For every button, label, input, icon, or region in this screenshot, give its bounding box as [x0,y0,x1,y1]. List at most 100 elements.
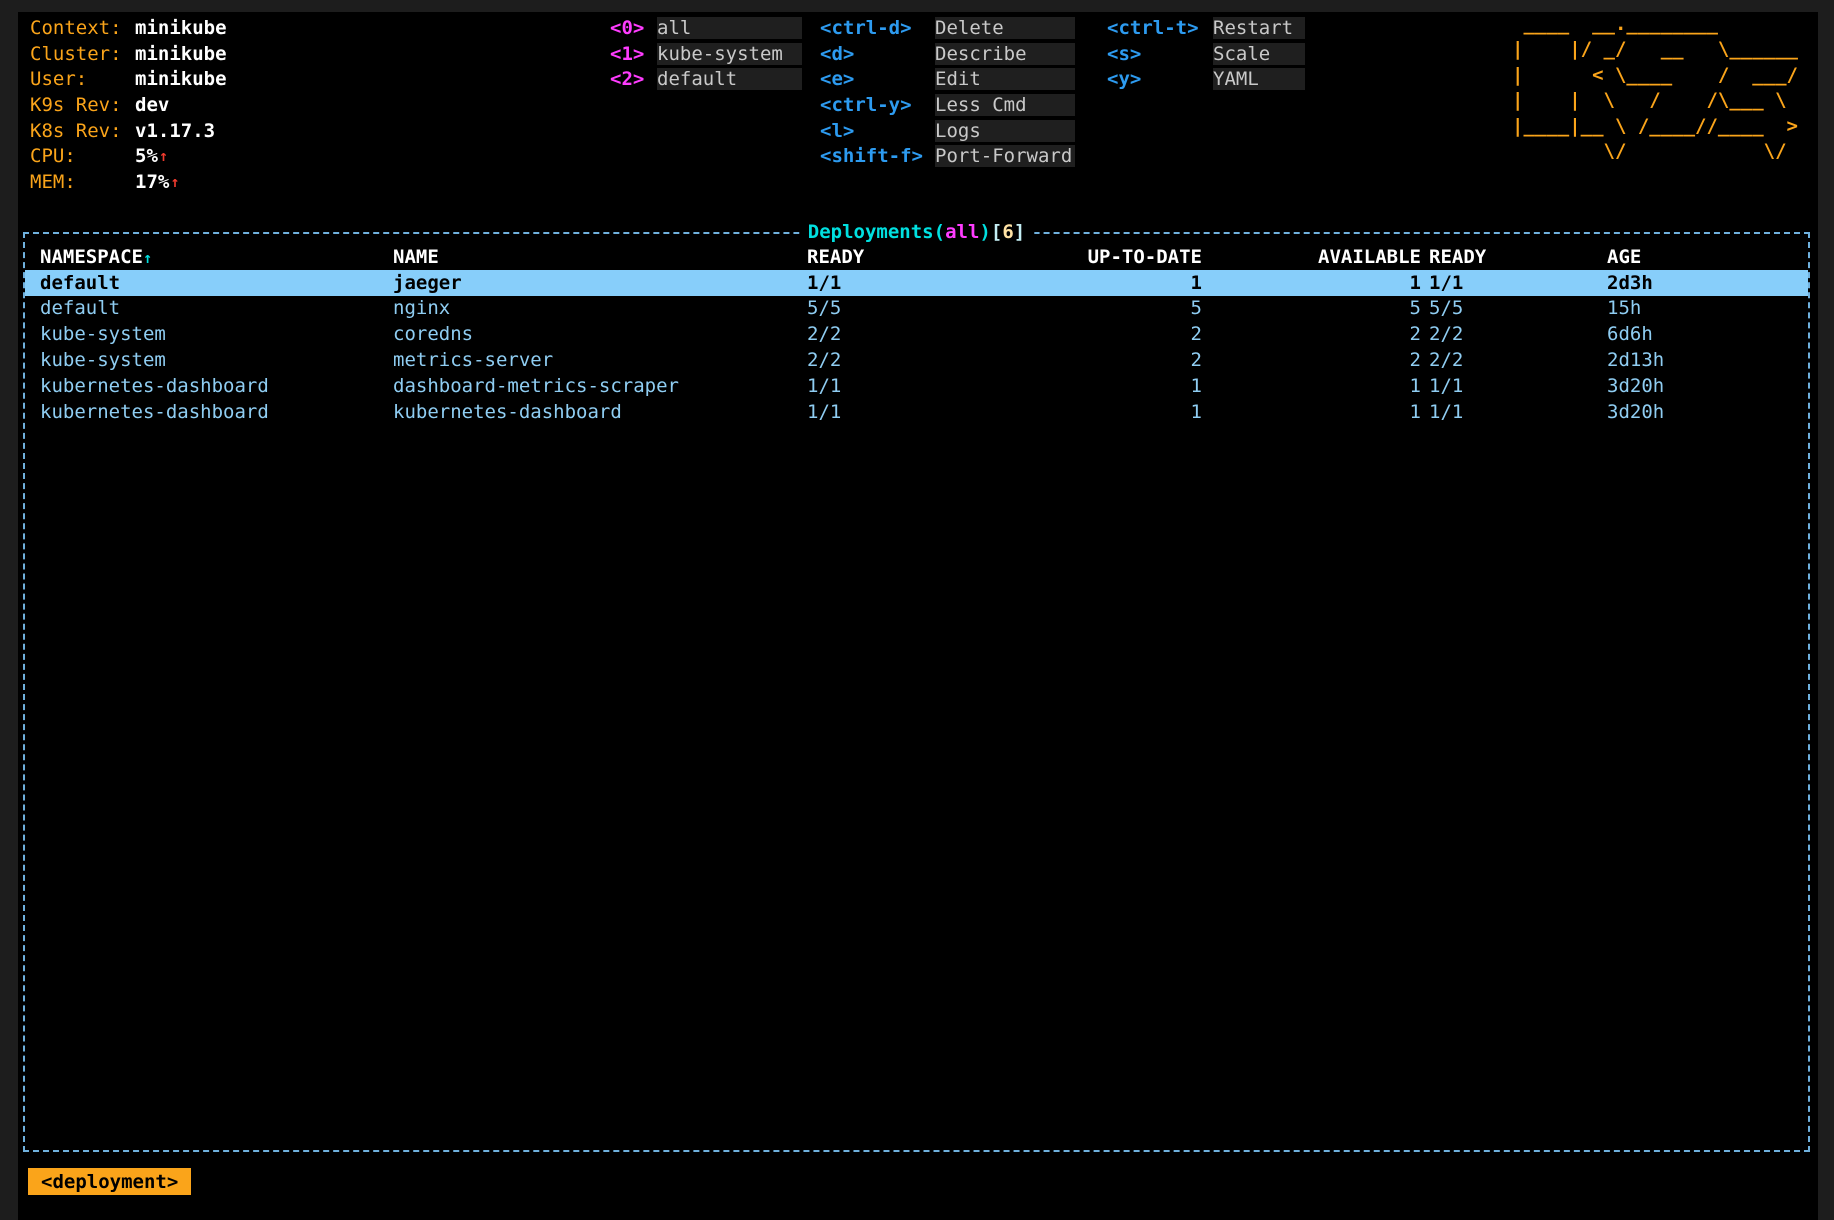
user-row: User:minikube [30,66,227,92]
cell-available: 1 [1202,401,1421,423]
header-ready: READY [807,246,937,268]
namespace-key-0: <0> [610,17,657,39]
namespace-label-kube-system: kube-system [657,43,802,65]
cell-available: 2 [1202,349,1421,371]
cell-ready-2: 1/1 [1421,375,1607,397]
hotkey-delete: <ctrl-d>Delete [820,15,1075,41]
hotkey-key-less-cmd: <ctrl-y> [820,94,935,116]
hotkey-label-yaml: YAML [1213,68,1305,90]
namespace-shortcut-kube-system[interactable]: <1>kube-system [610,41,802,67]
context-label: Context: [30,17,135,39]
mem-row: MEM:17%↑ [30,169,227,195]
k9s-terminal-window: Context:minikube Cluster:minikube User:m… [0,0,1834,1220]
hotkey-label-restart: Restart [1213,17,1305,39]
hotkey-key-port-forward: <shift-f> [820,145,935,167]
hotkey-key-logs: <l> [820,120,935,142]
breadcrumb-deployment: <deployment> [28,1168,191,1195]
cell-ready: 2/2 [807,323,937,345]
cell-ready: 1/1 [807,375,937,397]
header-namespace: NAMESPACE↑ [40,246,393,268]
cell-ready-2: 1/1 [1421,272,1607,294]
cell-ready-2: 2/2 [1421,323,1607,345]
hotkey-edit: <e>Edit [820,66,1075,92]
cell-namespace: kube-system [40,323,393,345]
cell-available: 5 [1202,297,1421,319]
cell-ready: 2/2 [807,349,937,371]
cell-age: 3d20h [1607,375,1808,397]
hotkey-yaml: <y>YAML [1107,66,1305,92]
k8s-rev-row: K8s Rev:v1.17.3 [30,118,227,144]
table-row-nginx[interactable]: default nginx 5/5 5 5 5/5 15h [25,296,1808,322]
namespace-shortcuts: <0>all <1>kube-system <2>default [610,15,802,92]
k9s-rev-row: K9s Rev:dev [30,92,227,118]
namespace-key-1: <1> [610,43,657,65]
table-row-dashboard-metrics-scraper[interactable]: kubernetes-dashboard dashboard-metrics-s… [25,373,1808,399]
hotkey-label-port-forward: Port-Forward [935,145,1075,167]
deployments-table: NAMESPACE↑ NAME READY UP-TO-DATE AVAILAB… [25,244,1808,425]
k9s-rev-label: K9s Rev: [30,94,135,116]
deployments-panel: Deployments(all)[6] NAMESPACE↑ NAME READ… [23,232,1810,1152]
cpu-row: CPU:5%↑ [30,143,227,169]
hotkey-menu-column-2: <ctrl-t>Restart <s>Scale <y>YAML [1107,15,1305,92]
cell-ready: 5/5 [807,297,937,319]
panel-title-scope: all [945,221,979,243]
mem-value: 17% [135,171,169,193]
hotkey-label-less-cmd: Less Cmd [935,94,1075,116]
hotkey-logs: <l>Logs [820,118,1075,144]
panel-title-count: 6 [1002,221,1013,243]
cpu-value: 5% [135,145,158,167]
hotkey-label-logs: Logs [935,120,1075,142]
cpu-up-arrow-icon: ↑ [159,147,168,165]
cell-up-to-date: 1 [937,375,1202,397]
hotkey-menu-column-1: <ctrl-d>Delete <d>Describe <e>Edit <ctrl… [820,15,1075,169]
hotkey-label-describe: Describe [935,43,1075,65]
cell-name: nginx [393,297,807,319]
header-age: AGE [1607,246,1808,268]
table-row-kubernetes-dashboard[interactable]: kubernetes-dashboard kubernetes-dashboar… [25,399,1808,425]
panel-title: Deployments(all)[6] [799,219,1034,245]
hotkey-describe: <d>Describe [820,41,1075,67]
cell-ready-2: 2/2 [1421,349,1607,371]
hotkey-key-restart: <ctrl-t> [1107,17,1213,39]
table-row-coredns[interactable]: kube-system coredns 2/2 2 2 2/2 6d6h [25,321,1808,347]
namespace-shortcut-all[interactable]: <0>all [610,15,802,41]
hotkey-scale: <s>Scale [1107,41,1305,67]
context-value: minikube [135,17,227,39]
cluster-value: minikube [135,43,227,65]
cell-up-to-date: 2 [937,349,1202,371]
cell-namespace: kubernetes-dashboard [40,375,393,397]
sort-ascending-icon: ↑ [143,249,152,267]
cell-name: dashboard-metrics-scraper [393,375,807,397]
cell-ready: 1/1 [807,272,937,294]
k9s-rev-value: dev [135,94,169,116]
table-row-metrics-server[interactable]: kube-system metrics-server 2/2 2 2 2/2 2… [25,347,1808,373]
hotkey-key-scale: <s> [1107,43,1213,65]
header-name: NAME [393,246,807,268]
hotkey-key-yaml: <y> [1107,68,1213,90]
cell-ready: 1/1 [807,401,937,423]
hotkey-less-cmd: <ctrl-y>Less Cmd [820,92,1075,118]
namespace-key-2: <2> [610,68,657,90]
cell-name: jaeger [393,272,807,294]
k8s-rev-label: K8s Rev: [30,120,135,142]
cell-namespace: default [40,272,393,294]
cell-available: 2 [1202,323,1421,345]
hotkey-port-forward: <shift-f>Port-Forward [820,143,1075,169]
cell-up-to-date: 5 [937,297,1202,319]
cell-up-to-date: 2 [937,323,1202,345]
cell-age: 15h [1607,297,1808,319]
context-row: Context:minikube [30,15,227,41]
namespace-label-all: all [657,17,802,39]
table-row-jaeger[interactable]: default jaeger 1/1 1 1 1/1 2d3h [25,270,1808,296]
panel-title-resource: Deployments [808,221,934,243]
hotkey-restart: <ctrl-t>Restart [1107,15,1305,41]
header-ready-2: READY [1421,246,1607,268]
namespace-shortcut-default[interactable]: <2>default [610,66,802,92]
panel-title-open-bracket: [ [991,221,1002,243]
cell-age: 3d20h [1607,401,1808,423]
table-header-row: NAMESPACE↑ NAME READY UP-TO-DATE AVAILAB… [25,244,1808,270]
k8s-rev-value: v1.17.3 [135,120,215,142]
cell-name: metrics-server [393,349,807,371]
cluster-info: Context:minikube Cluster:minikube User:m… [30,15,227,195]
mem-up-arrow-icon: ↑ [170,173,179,191]
